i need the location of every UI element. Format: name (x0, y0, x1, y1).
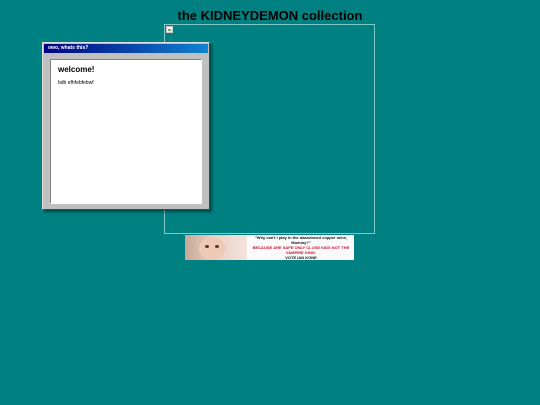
body-text: bdb efhfebfebwf (58, 80, 94, 86)
banner-text: "Why can't I play in the abandoned coppe… (249, 235, 353, 255)
window-titlebar[interactable]: owo, whats this? (44, 44, 208, 53)
banner-vote: VOTE IAN KONE (285, 255, 317, 260)
baby-eye-icon (205, 245, 209, 248)
baby-eye-icon (215, 245, 219, 248)
broken-image-icon (166, 26, 173, 33)
ad-banner[interactable]: "Why can't I play in the abandoned coppe… (185, 235, 354, 260)
dialog-window: owo, whats this? welcome! bdb efhfebfebw… (42, 42, 210, 210)
baby-photo (185, 235, 247, 260)
welcome-heading: welcome! (58, 65, 95, 74)
window-body: welcome! bdb efhfebfebwf (50, 59, 202, 204)
baby-face (199, 237, 225, 260)
banner-quote: "Why can't I play in the abandoned coppe… (254, 235, 348, 245)
banner-warning: BECAUSE ARE SAFE ONLY CLOSE KIDS NOT THE… (252, 245, 350, 255)
page-title: the KIDNEYDEMON collection (177, 8, 363, 23)
